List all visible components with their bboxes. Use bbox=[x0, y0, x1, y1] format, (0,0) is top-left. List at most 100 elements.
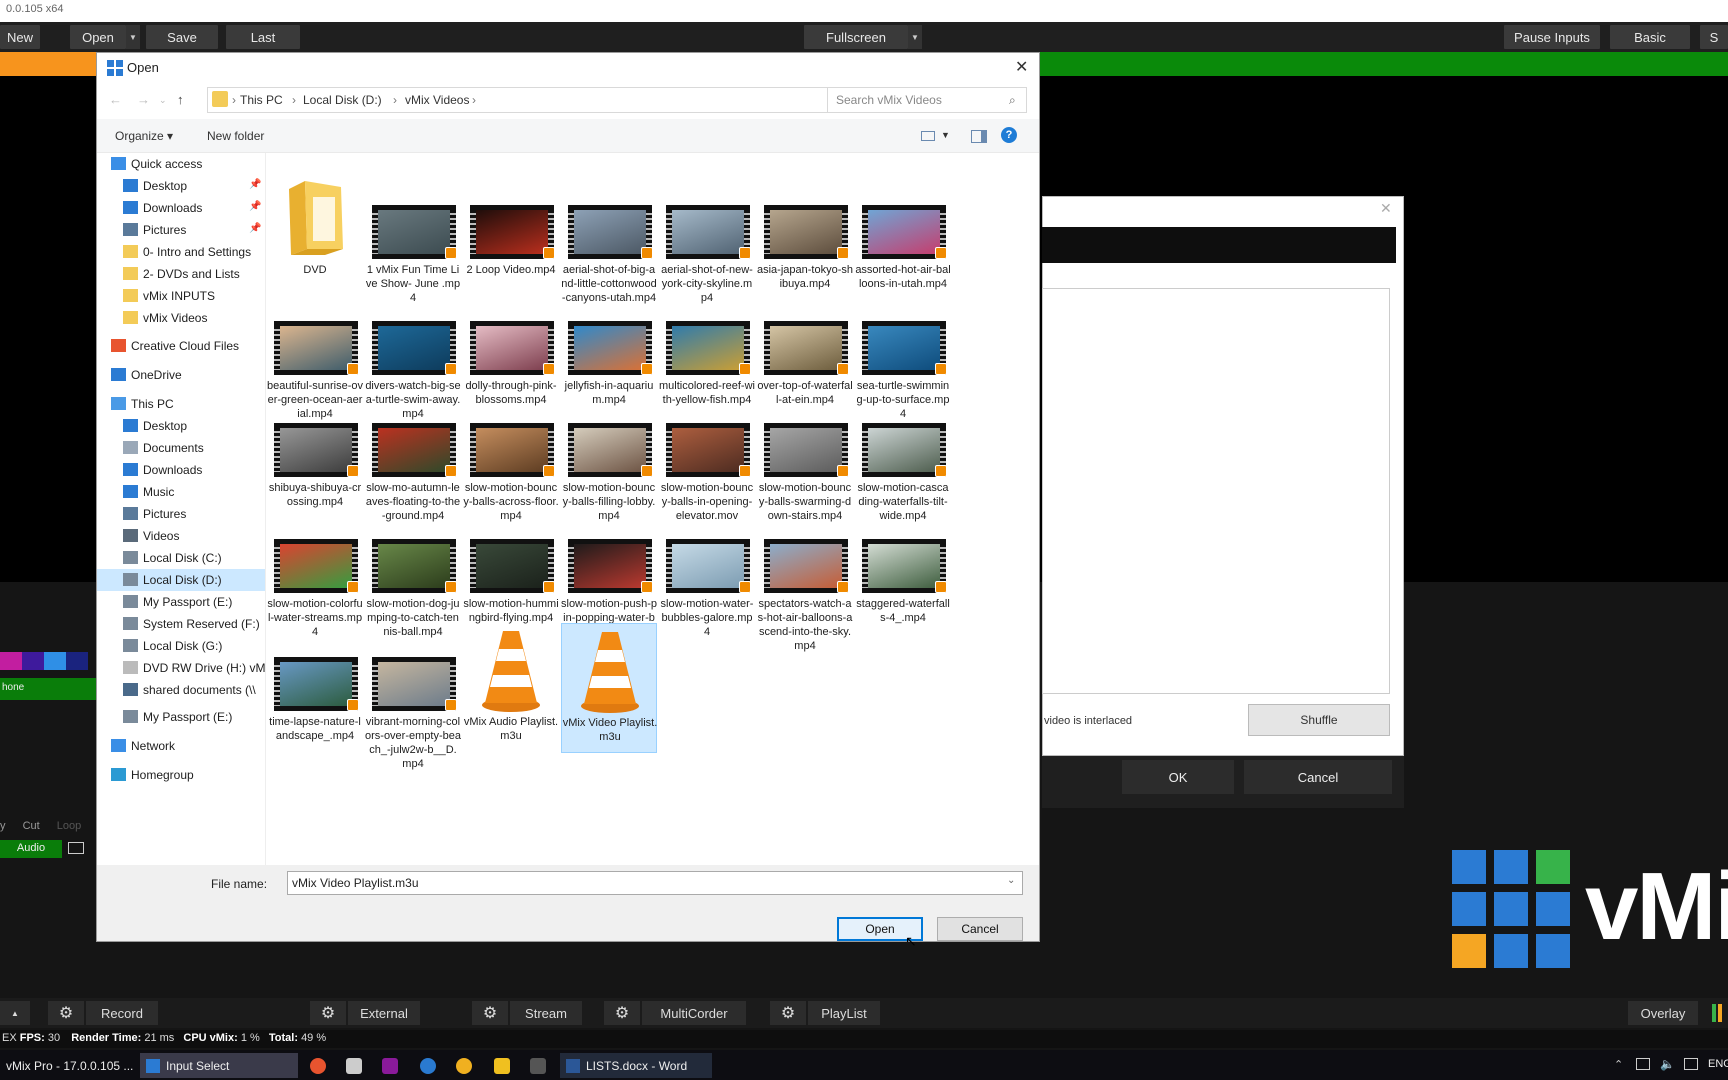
open-dropdown-icon[interactable]: ▼ bbox=[126, 25, 140, 49]
recent-locations-icon[interactable]: ⌄ bbox=[159, 95, 167, 106]
video-file-item[interactable]: vibrant-morning-colors-over-empty-beach_… bbox=[365, 623, 461, 770]
video-file-item[interactable]: slow-motion-cascading-waterfalls-tilt-wi… bbox=[855, 389, 951, 522]
nav-item-creative-cloud-files[interactable]: Creative Cloud Files bbox=[97, 335, 265, 357]
organize-button[interactable]: Organize ▾ bbox=[115, 129, 173, 143]
save-button[interactable]: Save bbox=[146, 25, 218, 49]
color-swatch[interactable] bbox=[22, 652, 44, 670]
playlist-file-item[interactable]: vMix Video Playlist.m3u bbox=[561, 623, 657, 753]
basic-button[interactable]: Basic bbox=[1610, 25, 1690, 49]
language-indicator[interactable]: ENG bbox=[1708, 1058, 1728, 1070]
help-icon[interactable]: ? bbox=[1001, 127, 1017, 143]
notification-icon[interactable] bbox=[1684, 1058, 1698, 1070]
nav-item-pictures[interactable]: Pictures 📌 bbox=[97, 219, 265, 241]
view-options-icon[interactable] bbox=[921, 131, 935, 141]
video-file-item[interactable]: time-lapse-nature-landscape_.mp4 bbox=[267, 623, 363, 753]
chevron-up-icon[interactable]: ⌃ bbox=[1614, 1058, 1623, 1071]
taskbar-input-select[interactable]: Input Select bbox=[140, 1053, 298, 1078]
nav-item-quick-access[interactable]: Quick access bbox=[97, 153, 265, 175]
video-file-item[interactable]: aerial-shot-of-big-and-little-cottonwood… bbox=[561, 171, 657, 304]
video-file-item[interactable]: assorted-hot-air-balloons-in-utah.mp4 bbox=[855, 171, 951, 301]
app-icon[interactable] bbox=[530, 1058, 546, 1074]
search-input[interactable]: Search vMix Videos bbox=[827, 87, 1027, 113]
nav-item-0-intro-and-settings[interactable]: 0- Intro and Settings bbox=[97, 241, 265, 263]
pin-icon[interactable]: 📌 bbox=[249, 223, 261, 234]
globe-icon[interactable] bbox=[420, 1058, 436, 1074]
video-file-item[interactable]: slow-motion-bouncy-balls-in-opening-elev… bbox=[659, 389, 755, 522]
video-file-item[interactable]: shibuya-shibuya-crossing.mp4 bbox=[267, 389, 363, 519]
close-icon[interactable]: ✕ bbox=[1380, 200, 1392, 217]
video-file-item[interactable]: 2 Loop Video.mp4 bbox=[463, 171, 559, 301]
shuffle-button[interactable]: Shuffle bbox=[1248, 704, 1390, 736]
last-button[interactable]: Last bbox=[226, 25, 300, 49]
playlist-list[interactable] bbox=[1042, 288, 1390, 694]
multicorder-settings-gear-icon[interactable]: ⚙ bbox=[604, 1001, 640, 1025]
taskbar-vmix[interactable]: vMix Pro - 17.0.0.105 ... bbox=[0, 1053, 138, 1078]
up-arrow-icon[interactable]: ▲ bbox=[0, 1001, 30, 1025]
preview-pane-icon[interactable] bbox=[971, 130, 987, 143]
new-folder-button[interactable]: New folder bbox=[207, 129, 264, 143]
monitor-icon[interactable] bbox=[68, 842, 84, 854]
video-file-item[interactable]: slow-mo-autumn-leaves-floating-to-the-gr… bbox=[365, 389, 461, 522]
open-button[interactable]: Open bbox=[70, 25, 126, 49]
video-file-item[interactable]: slow-motion-hummingbird-flying.mp4 bbox=[463, 505, 559, 635]
nav-item-downloads[interactable]: Downloads bbox=[97, 459, 265, 481]
nav-item-desktop[interactable]: Desktop 📌 bbox=[97, 175, 265, 197]
fullscreen-button[interactable]: Fullscreen bbox=[804, 25, 908, 49]
address-bar[interactable]: › This PC › Local Disk (D:) › vMix Video… bbox=[207, 87, 919, 113]
nav-item-system-reserved-f[interactable]: System Reserved (F:) bbox=[97, 613, 265, 635]
forward-arrow-icon[interactable]: → bbox=[137, 92, 150, 107]
nav-item-dvd-rw-drive-h-vm[interactable]: DVD RW Drive (H:) vM bbox=[97, 657, 265, 679]
nav-item-onedrive[interactable]: OneDrive bbox=[97, 364, 265, 386]
video-file-item[interactable]: spectators-watch-as-hot-air-balloons-asc… bbox=[757, 505, 853, 652]
playlist-file-item[interactable]: vMix Audio Playlist.m3u bbox=[463, 623, 559, 753]
video-file-item[interactable]: aerial-shot-of-new-york-city-skyline.mp4 bbox=[659, 171, 755, 304]
nav-item-vmix-inputs[interactable]: vMix INPUTS bbox=[97, 285, 265, 307]
nav-item-network[interactable]: Network bbox=[97, 735, 265, 757]
breadcrumb-vmix-videos[interactable]: vMix Videos bbox=[405, 93, 469, 107]
stream-settings-gear-icon[interactable]: ⚙ bbox=[472, 1001, 508, 1025]
fullscreen-dropdown-icon[interactable]: ▼ bbox=[908, 25, 922, 49]
new-button[interactable]: New bbox=[0, 25, 40, 49]
nav-item-videos[interactable]: Videos bbox=[97, 525, 265, 547]
pin-icon[interactable]: 📌 bbox=[249, 201, 261, 212]
nav-item-documents[interactable]: Documents bbox=[97, 437, 265, 459]
video-file-item[interactable]: slow-motion-dog-jumping-to-catch-tennis-… bbox=[365, 505, 461, 638]
multicorder-button[interactable]: MultiCorder bbox=[642, 1001, 746, 1025]
taskbar-word[interactable]: LISTS.docx - Word bbox=[560, 1053, 712, 1078]
nav-item-this-pc[interactable]: This PC bbox=[97, 393, 265, 415]
color-swatch[interactable] bbox=[0, 652, 22, 670]
external-settings-gear-icon[interactable]: ⚙ bbox=[310, 1001, 346, 1025]
overlay-button[interactable]: Overlay bbox=[1628, 1001, 1698, 1025]
nav-item-vmix-videos[interactable]: vMix Videos bbox=[97, 307, 265, 329]
cancel-button[interactable]: Cancel bbox=[937, 917, 1023, 941]
ok-button[interactable]: OK bbox=[1122, 760, 1234, 794]
nav-item-2-dvds-and-lists[interactable]: 2- DVDs and Lists bbox=[97, 263, 265, 285]
nav-item-my-passport-e[interactable]: My Passport (E:) bbox=[97, 591, 265, 613]
playlist-button[interactable]: PlayList bbox=[808, 1001, 880, 1025]
video-file-item[interactable]: slow-motion-bouncy-balls-filling-lobby.m… bbox=[561, 389, 657, 522]
nav-item-local-disk-c[interactable]: Local Disk (C:) bbox=[97, 547, 265, 569]
video-file-item[interactable]: slow-motion-push-pin-popping-water-ballo… bbox=[561, 505, 657, 638]
video-file-item[interactable]: asia-japan-tokyo-shibuya.mp4 bbox=[757, 171, 853, 301]
chrome-icon[interactable] bbox=[310, 1058, 326, 1074]
file-name-input[interactable]: vMix Video Playlist.m3u bbox=[287, 871, 1023, 895]
record-button[interactable]: Record bbox=[86, 1001, 158, 1025]
record-settings-gear-icon[interactable]: ⚙ bbox=[48, 1001, 84, 1025]
video-file-item[interactable]: 1 vMix Fun Time Live Show- June .mp4 bbox=[365, 171, 461, 304]
external-button[interactable]: External bbox=[348, 1001, 420, 1025]
audio-button[interactable]: Audio bbox=[0, 840, 62, 858]
network-tray-icon[interactable] bbox=[1636, 1058, 1650, 1070]
premiere-icon[interactable] bbox=[382, 1058, 398, 1074]
video-file-item[interactable]: slow-motion-bouncy-balls-across-floor.mp… bbox=[463, 389, 559, 522]
close-icon[interactable]: ✕ bbox=[1015, 57, 1028, 77]
nav-item-homegroup[interactable]: Homegroup bbox=[97, 764, 265, 786]
cancel-button[interactable]: Cancel bbox=[1244, 760, 1392, 794]
settings-button[interactable]: S bbox=[1700, 25, 1728, 49]
nav-item-downloads[interactable]: Downloads 📌 bbox=[97, 197, 265, 219]
video-file-item[interactable]: staggered-waterfalls-4_.mp4 bbox=[855, 505, 951, 635]
video-file-item[interactable]: slow-motion-water-bubbles-galore.mp4 bbox=[659, 505, 755, 638]
search-icon[interactable]: ⌕ bbox=[1009, 93, 1016, 108]
file-explorer-icon[interactable] bbox=[494, 1058, 510, 1074]
back-arrow-icon[interactable]: ← bbox=[109, 92, 122, 107]
nav-item-music[interactable]: Music bbox=[97, 481, 265, 503]
